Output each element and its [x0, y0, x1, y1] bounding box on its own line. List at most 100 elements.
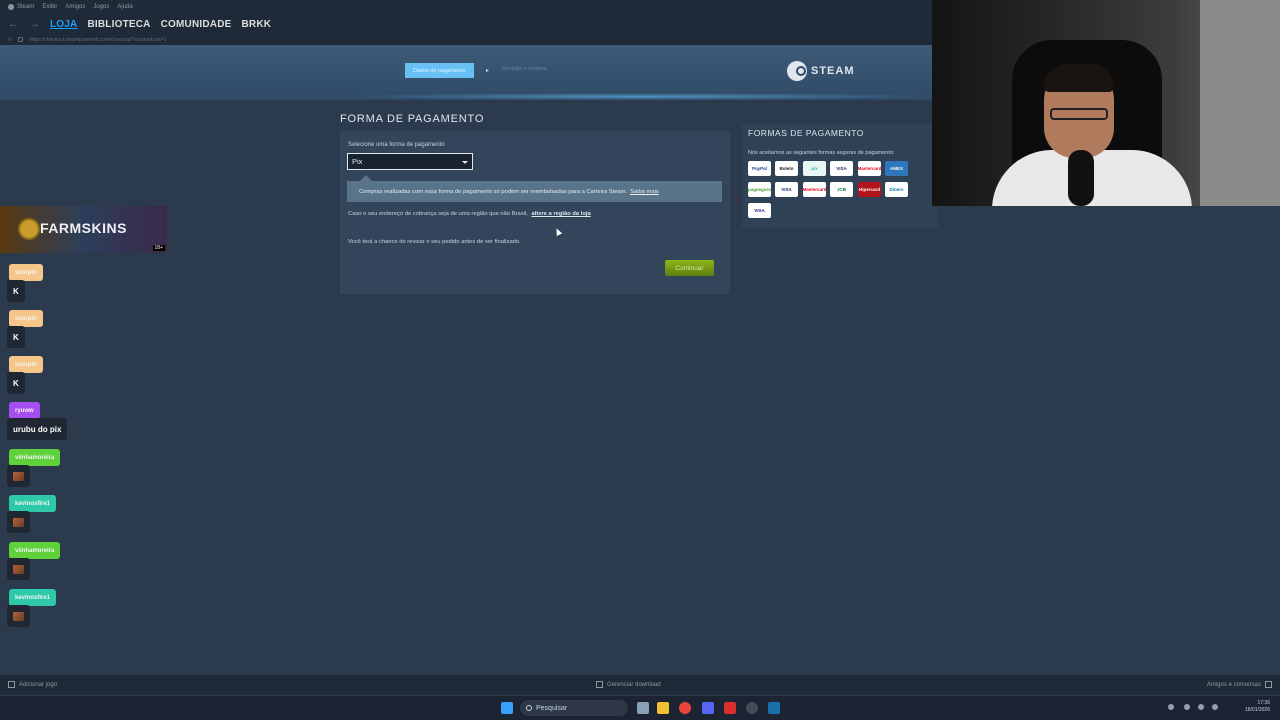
payment-logo-paypal: PayPal	[748, 161, 771, 176]
nav-biblioteca[interactable]: BIBLIOTECA	[87, 19, 150, 30]
add-game-label: Adicionar jogo	[19, 681, 58, 688]
chat-username: ryuww	[9, 402, 40, 419]
methods-title: FORMAS DE PAGAMENTO	[748, 128, 864, 138]
chat-message: urubu do pix	[7, 418, 68, 440]
coin-icon	[18, 218, 40, 240]
taskbar-clock[interactable]: 17:36 18/01/2026	[1245, 700, 1270, 714]
plus-icon	[8, 681, 15, 688]
volume-icon[interactable]	[1212, 704, 1218, 710]
step-arrow-icon: ▸	[486, 68, 490, 74]
continue-button[interactable]: Continuar	[665, 260, 714, 276]
nav-loja[interactable]: LOJA	[50, 19, 77, 30]
nav-profile[interactable]: BRKK	[241, 19, 271, 30]
task-view-icon[interactable]	[637, 702, 649, 714]
chat-message	[7, 558, 30, 580]
discord-icon[interactable]	[702, 702, 714, 714]
region-text: Caso o seu endereço de cobrança seja de …	[348, 211, 591, 217]
downloads-label: Gerenciar download	[607, 681, 661, 688]
payment-logo-diners: Diners	[885, 182, 908, 197]
sponsor-banner-text: FARMSKINS	[40, 220, 127, 236]
steam-logo: STEAM	[787, 61, 855, 81]
file-explorer-icon[interactable]	[657, 702, 669, 714]
chat-message	[7, 465, 30, 487]
steam-logo-icon	[787, 61, 807, 81]
chat-icon	[1265, 681, 1272, 688]
back-arrow-icon[interactable]: ←	[8, 18, 19, 30]
review-text: Você terá a chance de revisar o seu pedi…	[348, 239, 521, 245]
refresh-icon[interactable]: ↻	[8, 37, 12, 43]
chat-username: kevinosfire1	[9, 495, 57, 512]
clock-time: 17:36	[1257, 700, 1270, 706]
change-region-link[interactable]: altere a região da loja	[531, 211, 590, 217]
payment-logo-visa: VISA	[830, 161, 853, 176]
clock-date: 18/01/2026	[1244, 707, 1270, 713]
payment-logo-mastercard: Mastercard	[803, 182, 826, 197]
taskbar-search-label: Pesquisar	[536, 704, 568, 712]
chat-username: scorpio	[9, 264, 43, 281]
downloads-button[interactable]: Gerenciar download	[596, 681, 661, 688]
payment-logo-pagseguro: pagseguro	[748, 182, 771, 197]
step-review: Revisão + compra	[502, 66, 547, 72]
menu-item-steam[interactable]: Steam	[8, 4, 34, 10]
network-icon[interactable]	[1198, 704, 1204, 710]
webcam-background	[1200, 0, 1280, 206]
sponsor-banner: FARMSKINS 18+	[0, 206, 167, 253]
payment-logo-hipercard: Hipercard	[858, 182, 881, 197]
steam-icon	[8, 4, 14, 10]
obs-icon[interactable]	[746, 702, 758, 714]
streaming-app-icon[interactable]	[724, 702, 736, 714]
url-text[interactable]: https://checkout.steampowered.com/checko…	[29, 37, 166, 43]
windows-start-icon[interactable]	[501, 702, 513, 714]
chat-emote-icon	[13, 471, 24, 481]
payment-logo-jcb: JCB	[830, 182, 853, 197]
steam-taskbar-icon[interactable]	[768, 702, 780, 714]
payment-logo-boleto: Boleto	[775, 161, 798, 176]
friends-chat-button[interactable]: Amigos e conversas	[1207, 681, 1272, 688]
taskbar-search[interactable]: Pesquisar	[520, 700, 628, 716]
lock-icon	[18, 37, 24, 42]
section-title: FORMA DE PAGAMENTO	[340, 113, 485, 125]
payment-methods-panel: FORMAS DE PAGAMENTO Nós aceitamos as seg…	[742, 124, 938, 228]
menu-item-amigos[interactable]: Amigos	[65, 4, 85, 10]
chat-message	[7, 511, 30, 533]
chat-message: K	[7, 372, 25, 394]
add-game-button[interactable]: Adicionar jogo	[8, 681, 57, 688]
steam-wordmark: STEAM	[811, 65, 855, 77]
chrome-icon[interactable]	[679, 702, 691, 714]
streamer-hair	[1044, 64, 1114, 92]
menu-item-jogos[interactable]: Jogos	[93, 4, 109, 10]
search-icon	[526, 705, 532, 711]
microphone-tray-icon[interactable]	[1184, 704, 1190, 710]
friends-label: Amigos e conversas	[1206, 681, 1261, 688]
webcam-feed	[932, 0, 1280, 206]
payment-logo-mastercard: Mastercard	[858, 161, 881, 176]
nav-comunidade[interactable]: COMUNIDADE	[161, 19, 232, 30]
steam-statusbar: Adicionar jogo Gerenciar download Amigos…	[0, 675, 1280, 695]
windows-taskbar: Pesquisar 17:36 18/01/2026	[0, 696, 1280, 720]
chat-username: viinhamoreira	[9, 542, 61, 559]
chat-emote-icon	[13, 517, 24, 527]
learn-more-link[interactable]: Saiba mais	[630, 189, 659, 195]
forward-arrow-icon[interactable]: →	[29, 18, 40, 30]
chat-message: K	[7, 280, 25, 302]
chat-username: kevinosfire1	[9, 589, 57, 606]
streamer-glasses	[1050, 108, 1108, 120]
menu-item-exibir[interactable]: Exibir	[42, 4, 57, 10]
refund-notice-text: Compras realizadas com essa forma de pag…	[359, 188, 628, 195]
menu-item-ajuda[interactable]: Ajuda	[117, 4, 132, 10]
chat-emote-icon	[13, 564, 24, 574]
chat-username: scorpio	[9, 356, 43, 373]
methods-description: Nós aceitamos as seguintes formas segura…	[748, 150, 895, 156]
payment-logo-amex: AMEX	[885, 161, 908, 176]
payment-method-select[interactable]: Pix	[347, 153, 473, 170]
tray-chevron-icon[interactable]	[1168, 704, 1174, 710]
payment-select-label: Selecione uma forma de pagamento	[348, 142, 445, 148]
payment-logo-visa: VISA	[775, 182, 798, 197]
refund-notice: Compras realizadas com essa forma de pag…	[347, 181, 722, 202]
payment-logo-visa: VISA	[748, 203, 771, 218]
download-icon	[596, 681, 603, 688]
payment-method-value: Pix	[352, 157, 363, 166]
payment-logo-pix: pix	[803, 161, 826, 176]
step-payment-info: Dados de pagamento	[405, 63, 474, 78]
menu-label: Steam	[17, 4, 35, 10]
